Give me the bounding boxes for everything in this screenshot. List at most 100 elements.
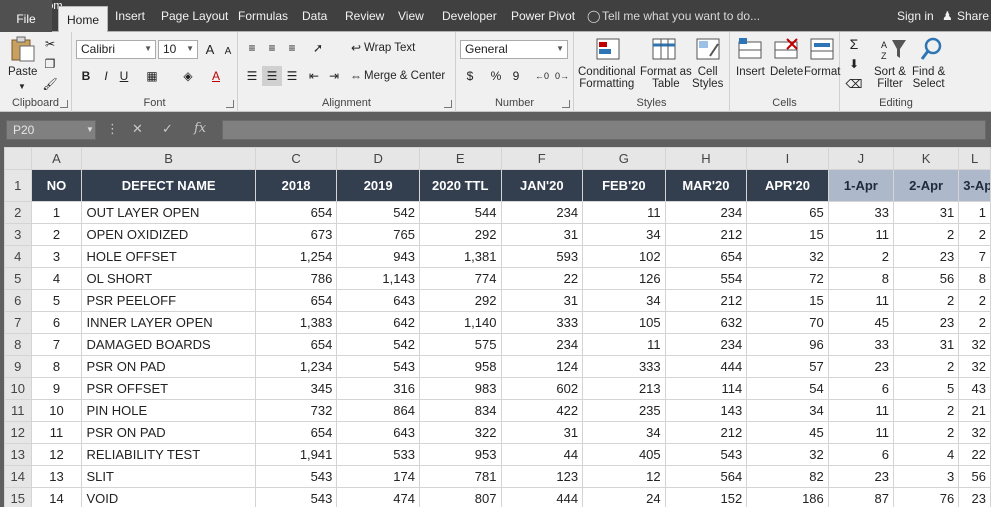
data-cell[interactable]: 33 — [827, 201, 895, 224]
header-cell[interactable]: DEFECT NAME — [81, 169, 256, 202]
data-cell[interactable]: 1,234 — [254, 355, 338, 378]
data-cell[interactable]: 422 — [500, 399, 584, 422]
data-cell[interactable]: 543 — [664, 443, 748, 466]
data-cell[interactable]: 126 — [582, 267, 666, 290]
data-cell[interactable]: 2 — [893, 399, 960, 422]
data-cell[interactable]: 34 — [746, 399, 829, 422]
row-header[interactable]: 12 — [4, 421, 32, 444]
data-cell[interactable]: 333 — [582, 355, 666, 378]
data-cell[interactable]: 654 — [254, 289, 338, 312]
row-header[interactable]: 9 — [4, 355, 32, 378]
column-header-g[interactable]: G — [582, 147, 666, 170]
enter-icon[interactable]: ✓ — [162, 121, 173, 137]
data-cell[interactable]: 474 — [336, 487, 420, 507]
data-cell[interactable]: 333 — [500, 311, 584, 334]
grow-font-button[interactable]: A — [200, 40, 220, 60]
align-left-icon[interactable]: ☰ — [242, 66, 262, 86]
currency-button[interactable]: $ — [460, 66, 480, 86]
defect-name-cell[interactable]: INNER LAYER OPEN — [81, 311, 256, 334]
header-cell[interactable]: 2-Apr — [893, 169, 960, 202]
data-cell[interactable]: 6 — [827, 377, 895, 400]
data-cell[interactable]: 34 — [582, 289, 666, 312]
data-cell[interactable]: 2 — [893, 355, 960, 378]
data-cell[interactable]: 14 — [30, 487, 83, 507]
tab-insert[interactable]: Insert — [115, 9, 145, 23]
underline-button[interactable]: U — [114, 66, 134, 86]
data-cell[interactable]: 34 — [582, 421, 666, 444]
defect-name-cell[interactable]: RELIABILITY TEST — [81, 443, 256, 466]
find-select-button[interactable]: Find & Select — [912, 66, 945, 90]
row-header[interactable]: 4 — [4, 245, 32, 268]
share-button[interactable]: Share — [957, 9, 989, 23]
data-cell[interactable]: 765 — [336, 223, 420, 246]
data-cell[interactable]: 6 — [30, 311, 83, 334]
data-cell[interactable]: 2 — [958, 289, 991, 312]
data-cell[interactable]: 45 — [827, 311, 895, 334]
column-header-l[interactable]: L — [958, 147, 991, 170]
clipboard-launcher-icon[interactable] — [60, 100, 68, 108]
autosum-icon[interactable]: Σ — [844, 34, 864, 54]
data-cell[interactable]: 234 — [500, 333, 584, 356]
data-cell[interactable]: 234 — [500, 201, 584, 224]
comma-style-button[interactable]: 9 — [506, 66, 526, 86]
data-cell[interactable]: 22 — [958, 443, 991, 466]
data-cell[interactable]: 542 — [336, 201, 420, 224]
row-header[interactable]: 14 — [4, 465, 32, 488]
select-all-corner[interactable] — [4, 147, 32, 170]
align-middle-icon[interactable]: ≡ — [262, 38, 282, 58]
data-cell[interactable]: 56 — [893, 267, 960, 290]
defect-name-cell[interactable]: PSR OFFSET — [81, 377, 256, 400]
data-cell[interactable]: 3 — [893, 465, 960, 488]
data-cell[interactable]: 22 — [500, 267, 584, 290]
column-header-i[interactable]: I — [746, 147, 829, 170]
data-cell[interactable]: 3 — [30, 245, 83, 268]
data-cell[interactable]: 44 — [500, 443, 584, 466]
merge-center-button[interactable]: Merge & Center — [364, 70, 445, 82]
data-cell[interactable]: 33 — [827, 333, 895, 356]
alignment-launcher-icon[interactable] — [444, 100, 452, 108]
column-header-h[interactable]: H — [664, 147, 748, 170]
data-cell[interactable]: 2 — [827, 245, 895, 268]
column-header-j[interactable]: J — [827, 147, 895, 170]
data-cell[interactable]: 7 — [958, 245, 991, 268]
data-cell[interactable]: 212 — [664, 289, 748, 312]
defect-name-cell[interactable]: HOLE OFFSET — [81, 245, 256, 268]
data-cell[interactable]: 564 — [664, 465, 748, 488]
row-header[interactable]: 8 — [4, 333, 32, 356]
row-header[interactable]: 15 — [4, 487, 32, 507]
row-header[interactable]: 5 — [4, 267, 32, 290]
increase-indent-icon[interactable]: ⇥ — [324, 66, 344, 86]
delete-cells-button[interactable]: Delete — [770, 66, 803, 78]
data-cell[interactable]: 543 — [254, 487, 338, 507]
data-cell[interactable]: 23 — [893, 245, 960, 268]
data-cell[interactable]: 642 — [336, 311, 420, 334]
data-cell[interactable]: 544 — [418, 201, 502, 224]
data-cell[interactable]: 7 — [30, 333, 83, 356]
sort-filter-button[interactable]: Sort & Filter — [874, 66, 906, 90]
cell-styles-button[interactable]: Cell Styles — [692, 66, 723, 90]
header-cell[interactable]: FEB'20 — [582, 169, 666, 202]
header-cell[interactable]: 1-Apr — [827, 169, 895, 202]
data-cell[interactable]: 123 — [500, 465, 584, 488]
data-cell[interactable]: 1,254 — [254, 245, 338, 268]
data-cell[interactable]: 23 — [827, 465, 895, 488]
data-cell[interactable]: 11 — [827, 289, 895, 312]
data-cell[interactable]: 174 — [336, 465, 420, 488]
data-cell[interactable]: 15 — [746, 289, 829, 312]
column-header-f[interactable]: F — [500, 147, 584, 170]
defect-name-cell[interactable]: VOID — [81, 487, 256, 507]
italic-button[interactable]: I — [96, 66, 116, 86]
data-cell[interactable]: 2 — [958, 223, 991, 246]
defect-name-cell[interactable]: OUT LAYER OPEN — [81, 201, 256, 224]
data-cell[interactable]: 56 — [958, 465, 991, 488]
tab-file[interactable]: File — [0, 0, 52, 32]
defect-name-cell[interactable]: DAMAGED BOARDS — [81, 333, 256, 356]
data-cell[interactable]: 11 — [827, 421, 895, 444]
font-name-select[interactable]: Calibri ▼ — [76, 40, 156, 59]
tab-power-pivot[interactable]: Power Pivot — [511, 9, 575, 23]
data-cell[interactable]: 212 — [664, 421, 748, 444]
percent-button[interactable]: % — [486, 66, 506, 86]
data-cell[interactable]: 32 — [746, 443, 829, 466]
data-cell[interactable]: 87 — [827, 487, 895, 507]
data-cell[interactable]: 54 — [746, 377, 829, 400]
